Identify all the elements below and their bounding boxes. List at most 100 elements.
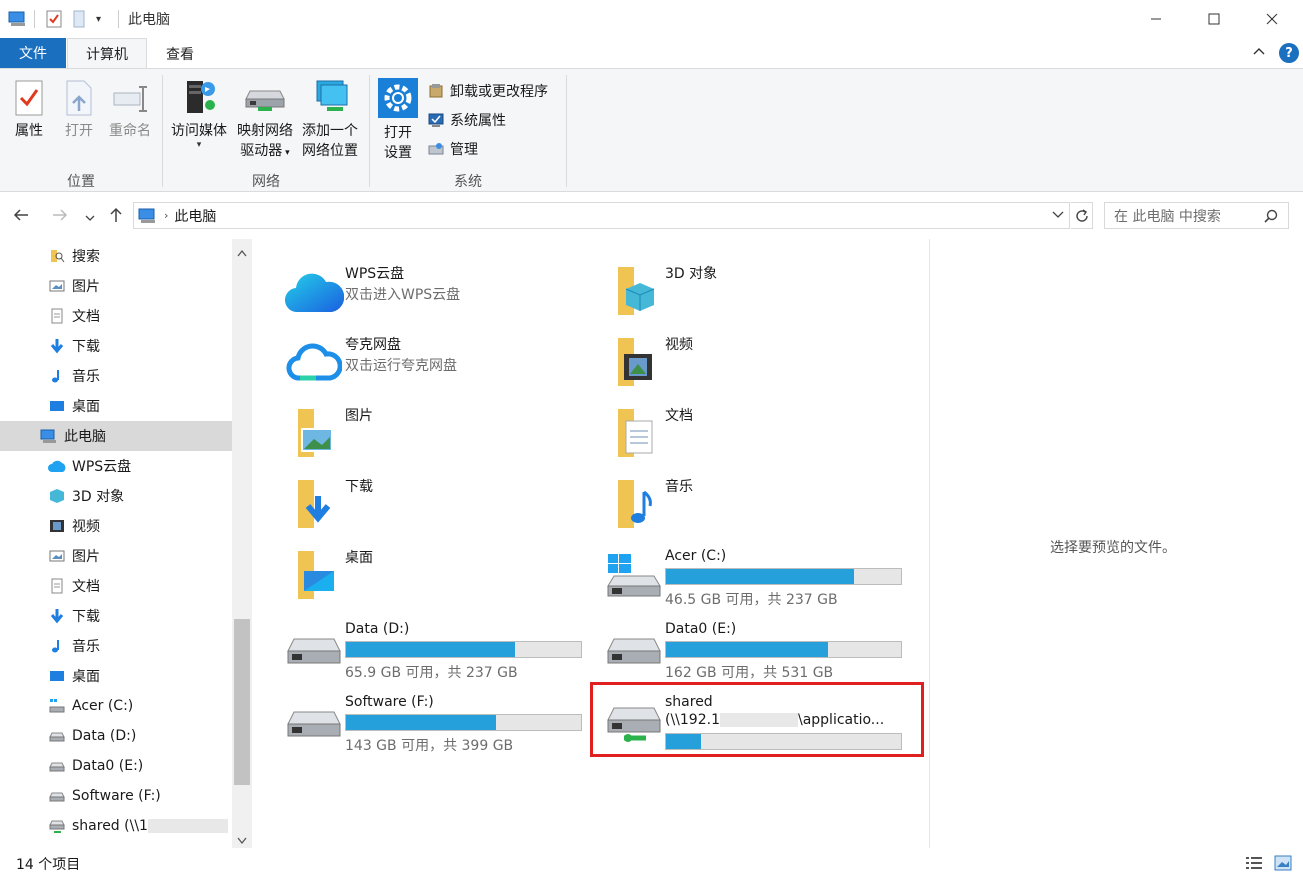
sidebar-item[interactable]: Data0 (E:) xyxy=(0,751,232,781)
recent-locations-button[interactable] xyxy=(84,208,96,229)
properties-icon xyxy=(15,80,43,116)
sidebar-item[interactable]: Acer (C:) xyxy=(0,691,232,721)
open-settings-button[interactable]: 打开 设置 xyxy=(376,77,420,163)
sidebar-item-label: shared (\\1 xyxy=(72,818,148,834)
network-drive-icon xyxy=(48,817,66,835)
desktop-icon xyxy=(48,667,66,685)
sidebar-item[interactable]: 搜索 xyxy=(0,241,232,271)
new-folder-quick-icon[interactable] xyxy=(72,8,86,30)
add-network-location-button[interactable]: 添加一个 网络位置 xyxy=(298,77,362,161)
videos-folder-icon xyxy=(602,332,666,392)
details-view-button[interactable] xyxy=(1245,855,1263,871)
downloads-icon xyxy=(48,337,66,355)
sidebar-item-label: Data0 (E:) xyxy=(72,758,144,774)
sidebar-item[interactable]: WPS云盘 xyxy=(0,451,232,481)
properties-quick-icon[interactable] xyxy=(46,8,62,30)
uninstall-programs-button[interactable]: 卸载或更改程序 xyxy=(428,81,548,101)
group-label-location: 位置 xyxy=(67,174,95,190)
sidebar-item-label: 视频 xyxy=(72,519,100,535)
access-media-button[interactable]: 访问媒体 ▾ xyxy=(166,77,232,150)
windows-drive-icon xyxy=(602,546,666,606)
sidebar-item[interactable]: Software (F:) xyxy=(0,781,232,811)
customize-quick-access-icon[interactable]: ▾ xyxy=(96,8,101,30)
rename-button[interactable]: 重命名 xyxy=(104,79,156,141)
sidebar-item[interactable]: shared (\\1 xyxy=(0,811,232,841)
back-button[interactable] xyxy=(12,206,30,229)
sidebar-item[interactable]: 音乐 xyxy=(0,631,232,661)
item-drive-f[interactable]: Software (F:) 143 GB 可用，共 399 GB xyxy=(282,692,592,758)
item-music[interactable]: 音乐 xyxy=(602,474,912,540)
address-history-dropdown-icon[interactable] xyxy=(1051,207,1065,225)
sidebar-item[interactable]: 此电脑 xyxy=(0,421,232,451)
access-media-dropdown-icon: ▾ xyxy=(196,140,202,150)
breadcrumb-this-pc[interactable]: 此电脑 xyxy=(174,206,216,226)
desktop-icon xyxy=(48,397,66,415)
search-folder-icon xyxy=(48,247,66,265)
forward-button[interactable] xyxy=(51,206,69,229)
scroll-down-icon[interactable] xyxy=(237,833,247,848)
search-input[interactable]: 在 此电脑 中搜索 xyxy=(1104,202,1289,229)
address-bar: › 此电脑 在 此电脑 中搜索 xyxy=(0,193,1303,239)
system-properties-button[interactable]: 系统属性 xyxy=(428,110,506,130)
item-quark-drive[interactable]: 夸克网盘 双击运行夸克网盘 xyxy=(282,332,592,398)
music-icon xyxy=(48,367,66,385)
sidebar-item[interactable]: 下载 xyxy=(0,601,232,631)
documents-icon xyxy=(48,307,66,325)
sidebar-item-label: Software (F:) xyxy=(72,788,161,804)
breadcrumb-chevron-icon[interactable]: › xyxy=(164,209,168,222)
address-field[interactable]: › 此电脑 xyxy=(133,202,1070,229)
tab-computer[interactable]: 计算机 xyxy=(67,38,147,69)
network-drive-icon xyxy=(245,90,285,111)
help-button[interactable]: ? xyxy=(1279,43,1299,63)
sidebar-item[interactable]: 图片 xyxy=(0,271,232,301)
open-button[interactable]: 打开 xyxy=(58,79,100,141)
nav-scrollbar[interactable] xyxy=(232,239,252,848)
sidebar-item-label: 搜索 xyxy=(72,249,100,265)
sidebar-item[interactable]: 桌面 xyxy=(0,391,232,421)
sidebar-item-label: Data (D:) xyxy=(72,728,137,744)
large-icons-view-button[interactable] xyxy=(1274,855,1292,871)
sidebar-item-label: 文档 xyxy=(72,579,100,595)
sidebar-item[interactable]: 文档 xyxy=(0,301,232,331)
manage-button[interactable]: 管理 xyxy=(428,139,478,159)
item-3d-objects[interactable]: 3D 对象 xyxy=(602,261,912,327)
item-pictures[interactable]: 图片 xyxy=(282,403,592,469)
sidebar-item[interactable]: 音乐 xyxy=(0,361,232,391)
sidebar-item[interactable]: 3D 对象 xyxy=(0,481,232,511)
item-drive-c[interactable]: Acer (C:) 46.5 GB 可用，共 237 GB xyxy=(602,546,912,612)
up-button[interactable] xyxy=(107,206,125,229)
uninstall-icon xyxy=(429,84,443,98)
tab-view[interactable]: 查看 xyxy=(150,38,210,69)
properties-button[interactable]: 属性 xyxy=(8,79,50,141)
sidebar-item[interactable]: 图片 xyxy=(0,541,232,571)
sidebar-item-label: 图片 xyxy=(72,279,100,295)
sidebar-item[interactable]: 下载 xyxy=(0,331,232,361)
nav-scrollbar-thumb[interactable] xyxy=(234,619,250,785)
item-documents[interactable]: 文档 xyxy=(602,403,912,469)
close-button[interactable] xyxy=(1243,0,1301,38)
item-drive-d[interactable]: Data (D:) 65.9 GB 可用，共 237 GB xyxy=(282,619,592,685)
map-network-drive-button[interactable]: 映射网络 驱动器 ▾ xyxy=(233,77,297,163)
search-icon xyxy=(1264,209,1278,223)
tab-file[interactable]: 文件 xyxy=(0,38,66,68)
maximize-button[interactable] xyxy=(1185,0,1243,38)
drive-icon xyxy=(48,787,66,805)
item-drive-e[interactable]: Data0 (E:) 162 GB 可用，共 531 GB xyxy=(602,619,912,685)
sidebar-item-label: 3D 对象 xyxy=(72,489,125,505)
refresh-button[interactable] xyxy=(1071,202,1093,229)
sidebar-item[interactable]: 文档 xyxy=(0,571,232,601)
collapse-ribbon-icon[interactable] xyxy=(1251,43,1267,59)
scroll-up-icon[interactable] xyxy=(237,245,247,261)
item-videos[interactable]: 视频 xyxy=(602,332,912,398)
item-desktop[interactable]: 桌面 xyxy=(282,545,592,611)
sidebar-item[interactable]: 桌面 xyxy=(0,661,232,691)
sidebar-item-label: 桌面 xyxy=(72,669,100,685)
item-downloads[interactable]: 下载 xyxy=(282,474,592,540)
sidebar-item[interactable]: Data (D:) xyxy=(0,721,232,751)
drive-f-usage-bar xyxy=(345,714,582,731)
rename-icon xyxy=(113,86,147,112)
minimize-button[interactable] xyxy=(1127,0,1185,38)
sidebar-item[interactable]: 视频 xyxy=(0,511,232,541)
sidebar-item-label: 下载 xyxy=(72,339,100,355)
item-wps-cloud[interactable]: WPS云盘 双击进入WPS云盘 xyxy=(282,261,592,327)
